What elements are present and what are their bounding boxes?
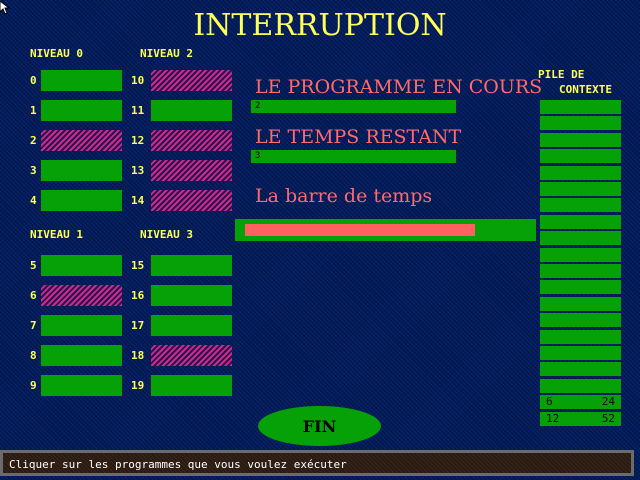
page-title: INTERRUPTION — [193, 8, 447, 43]
program-slot-5[interactable] — [41, 255, 122, 276]
context-stack-label-2: CONTEXTE — [559, 83, 612, 96]
context-stack-value-a: 6 — [546, 395, 553, 408]
program-slot-14[interactable] — [151, 190, 232, 211]
context-stack-cell — [540, 297, 621, 311]
program-slot-18[interactable] — [151, 345, 232, 366]
fin-button[interactable]: FIN — [258, 406, 381, 446]
program-number: 12 — [131, 134, 145, 147]
time-bar-heading: La barre de temps — [255, 185, 433, 207]
context-stack-cell — [540, 346, 621, 360]
level-3-label: NIVEAU 3 — [140, 228, 193, 241]
context-stack-cell: 12 52 — [540, 412, 621, 426]
context-stack-cell — [540, 231, 621, 245]
context-stack-cell — [540, 215, 621, 229]
program-slot-6[interactable] — [41, 285, 122, 306]
program-slot-2[interactable] — [41, 130, 122, 151]
context-stack-cell — [540, 280, 621, 294]
time-bar — [235, 219, 536, 241]
program-slot-10[interactable] — [151, 70, 232, 91]
status-bar: Cliquer sur les programmes que vous voul… — [0, 450, 634, 476]
program-slot-12[interactable] — [151, 130, 232, 151]
context-stack-value-a: 12 — [546, 412, 560, 425]
context-stack-cell — [540, 313, 621, 327]
program-number: 14 — [131, 194, 145, 207]
time-remaining-bar: 3 — [251, 150, 456, 163]
context-stack-cell — [540, 100, 621, 114]
context-stack-cell — [540, 379, 621, 393]
context-stack-cell — [540, 149, 621, 163]
context-stack-cell — [540, 362, 621, 376]
context-stack-value-b: 24 — [601, 395, 615, 408]
program-slot-13[interactable] — [151, 160, 232, 181]
program-number: 10 — [131, 74, 145, 87]
program-slot-0[interactable] — [41, 70, 122, 91]
status-message: Cliquer sur les programmes que vous voul… — [9, 458, 347, 471]
program-number: 11 — [131, 104, 145, 117]
level-1-label: NIVEAU 1 — [30, 228, 83, 241]
context-stack-value-b: 52 — [601, 412, 615, 425]
level-0-label: NIVEAU 0 — [30, 47, 83, 60]
current-program-heading: LE PROGRAMME EN COURS — [255, 76, 543, 98]
context-stack-cell — [540, 116, 621, 130]
current-program-value: 2 — [255, 101, 261, 111]
context-stack-cell — [540, 166, 621, 180]
context-stack-label-1: PILE DE — [538, 68, 585, 81]
context-stack-cell: 6 24 — [540, 395, 621, 409]
program-number: 17 — [131, 319, 145, 332]
current-program-bar: 2 — [251, 100, 456, 113]
program-number: 16 — [131, 289, 145, 302]
level-2-label: NIVEAU 2 — [140, 47, 193, 60]
program-slot-15[interactable] — [151, 255, 232, 276]
program-slot-17[interactable] — [151, 315, 232, 336]
time-remaining-value: 3 — [255, 151, 261, 161]
program-number: 18 — [131, 349, 145, 362]
program-number: 13 — [131, 164, 145, 177]
context-stack-cell — [540, 198, 621, 212]
program-slot-11[interactable] — [151, 100, 232, 121]
time-remaining-heading: LE TEMPS RESTANT — [255, 126, 462, 148]
program-slot-9[interactable] — [41, 375, 122, 396]
context-stack-cell — [540, 182, 621, 196]
program-slot-1[interactable] — [41, 100, 122, 121]
program-slot-3[interactable] — [41, 160, 122, 181]
program-slot-4[interactable] — [41, 190, 122, 211]
context-stack-cell — [540, 330, 621, 344]
context-stack-cell — [540, 264, 621, 278]
program-number: 19 — [131, 379, 145, 392]
program-slot-19[interactable] — [151, 375, 232, 396]
context-stack-cell — [540, 133, 621, 147]
program-number: 15 — [131, 259, 145, 272]
program-slot-8[interactable] — [41, 345, 122, 366]
context-stack-cell — [540, 248, 621, 262]
time-bar-fill — [245, 224, 475, 236]
program-slot-16[interactable] — [151, 285, 232, 306]
program-slot-7[interactable] — [41, 315, 122, 336]
